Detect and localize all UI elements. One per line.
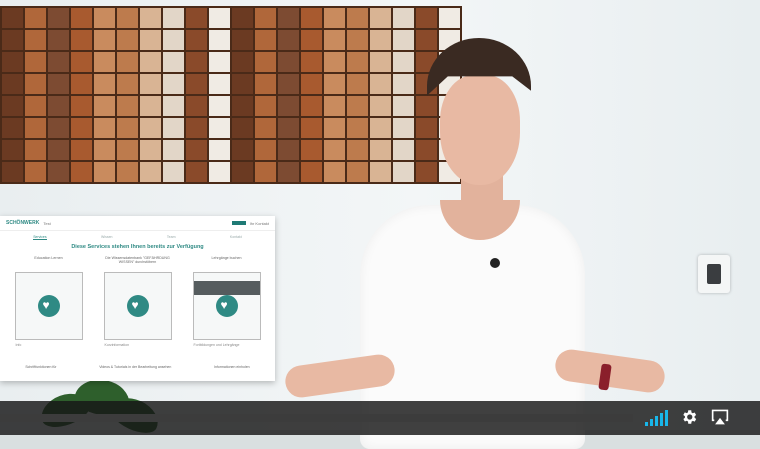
volume-icon[interactable]: [645, 410, 668, 426]
gear-icon[interactable]: [680, 408, 698, 429]
progress-bar[interactable]: [0, 414, 633, 422]
volume-bar: [660, 413, 663, 426]
overlay-header-button: [231, 221, 246, 225]
overlay-column-title: Die Wissensdatenbank "GEFÄHRDUNG WISSEN"…: [105, 256, 170, 264]
volume-bar: [650, 419, 653, 426]
heart-badge-icon: [215, 295, 238, 317]
overlay-column-title: Education Lernen: [34, 256, 63, 260]
overlay-tab: Team: [166, 235, 176, 239]
overlay-thumb-label: Kurzinformation: [104, 343, 130, 347]
volume-bar: [645, 422, 648, 426]
overlay-footer-item: Videos & Tutorials in der Bearbeitung an…: [99, 365, 172, 369]
heart-badge-icon: [37, 295, 60, 317]
heart-badge-icon: [126, 295, 149, 317]
overlay-thumb-label: Info: [15, 343, 22, 347]
lapel-mic: [490, 258, 500, 268]
overlay-tab: Wissen: [101, 235, 113, 239]
overlay-nav-right: Ihr Kontakt: [249, 220, 269, 226]
overlay-thumb-label: Fortbildungen und Lehrgänge: [193, 343, 240, 347]
overlay-brand-sub: Test: [43, 220, 51, 226]
overlay-header: SCHÖNWERK Test Ihr Kontakt: [0, 216, 275, 231]
wall-switch: [698, 255, 730, 293]
overlay-brand: SCHÖNWERK: [6, 220, 40, 226]
overlay-thumbnail: [103, 272, 172, 340]
airplay-icon[interactable]: [710, 408, 730, 429]
face: [440, 75, 520, 185]
overlay-footer: Schriftfunktionen für Videos & Tutorials…: [0, 347, 275, 369]
video-frame[interactable]: SCHÖNWERK Test Ihr Kontakt Services Wiss…: [0, 0, 760, 449]
overlay-thumb-labels: Info Kurzinformation Fortbildungen und L…: [0, 340, 275, 347]
overlay-thumbnail: [14, 272, 83, 340]
overlay-tab: Services: [33, 235, 47, 240]
overlay-columns: Education Lernen Die Wissensdatenbank "G…: [0, 256, 275, 264]
presenter: [265, 30, 685, 449]
overlay-tabs: Services Wissen Team Kontakt: [0, 231, 275, 240]
overlay-thumbnail: [192, 272, 261, 340]
overlay-tab: Kontakt: [229, 235, 242, 239]
video-controls: [0, 401, 760, 435]
volume-bar: [665, 410, 668, 426]
overlay-footer-item: Schriftfunktionen für: [25, 365, 57, 369]
overlay-column-title: Lehrgänge buchen: [211, 256, 242, 260]
overlay-heading: Diese Services stehen Ihnen bereits zur …: [71, 244, 204, 250]
volume-bar: [655, 416, 658, 426]
overlay-footer-item: Informationen einholen: [214, 365, 250, 369]
overlay-thumbnails: [0, 264, 275, 340]
website-screenshot-overlay: SCHÖNWERK Test Ihr Kontakt Services Wiss…: [0, 216, 275, 381]
